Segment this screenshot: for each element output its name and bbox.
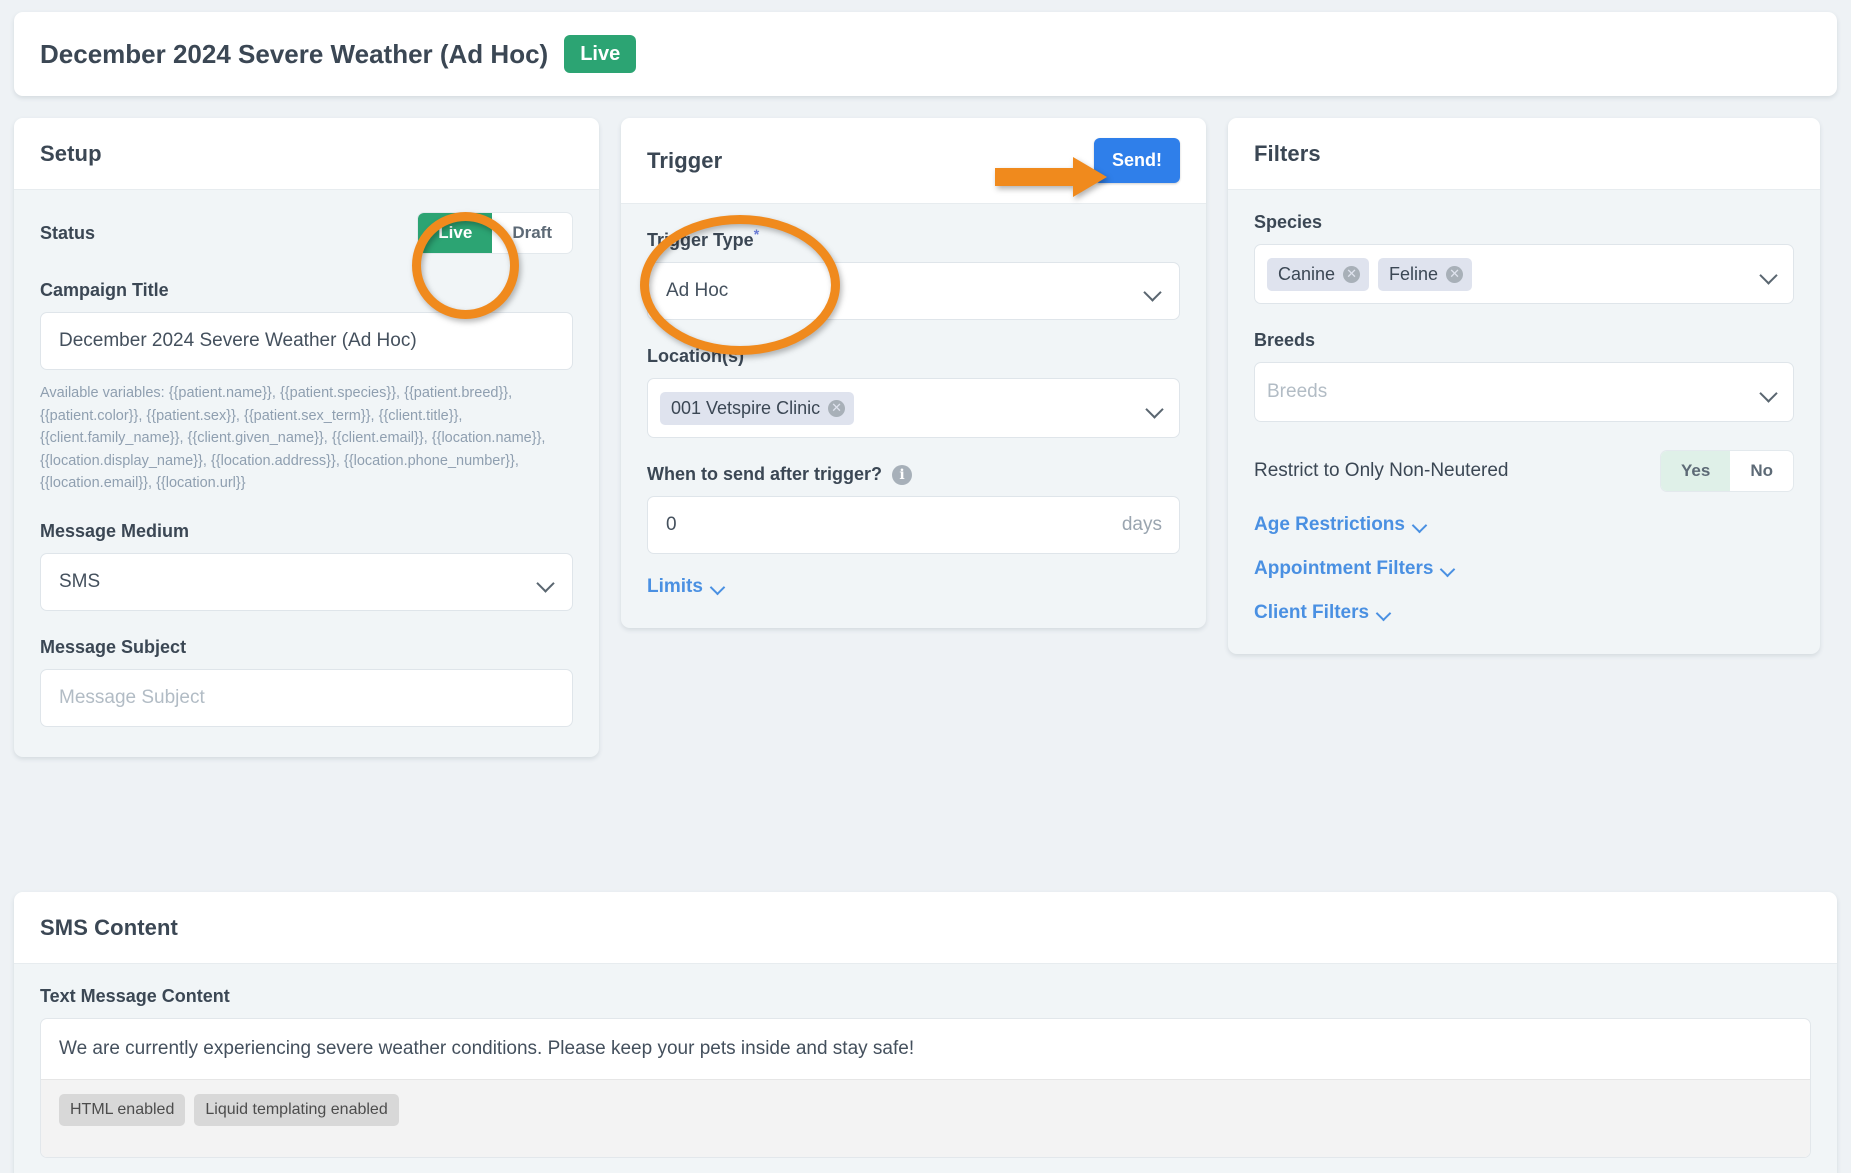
message-medium-label: Message Medium [40,521,573,542]
location-chip[interactable]: 001 Vetspire Clinic ✕ [660,392,854,425]
chevron-down-icon [538,577,554,587]
filters-panel-title: Filters [1254,141,1321,167]
filters-panel-header: Filters [1228,118,1820,190]
species-chip-label: Canine [1278,264,1335,285]
client-filters-link[interactable]: Client Filters [1254,602,1794,624]
breeds-select[interactable]: Breeds [1254,362,1794,422]
appointment-filters-label: Appointment Filters [1254,558,1433,580]
status-toggle[interactable]: Live Draft [417,212,573,254]
message-subject-label: Message Subject [40,637,573,658]
text-message-content-label: Text Message Content [40,986,1811,1007]
available-variables-text: Available variables: {{patient.name}}, {… [40,382,560,494]
remove-chip-icon[interactable]: ✕ [828,400,845,417]
locations-label: Location(s) [647,346,1180,367]
sms-content-header: SMS Content [14,892,1837,964]
delay-input-wrap: 0 days [647,496,1180,554]
breeds-label: Breeds [1254,330,1794,351]
liquid-templating-tag: Liquid templating enabled [194,1094,398,1126]
sms-content-panel: SMS Content Text Message Content We are … [14,892,1837,1173]
chevron-down-icon [1413,521,1426,530]
text-message-content-footer: HTML enabled Liquid templating enabled [41,1079,1810,1157]
chevron-down-icon [1441,565,1454,574]
chevron-down-icon [1377,609,1390,618]
campaign-titlebar: December 2024 Severe Weather (Ad Hoc) Li… [14,12,1837,96]
locations-chip-list: 001 Vetspire Clinic ✕ [660,392,1138,425]
location-chip-label: 001 Vetspire Clinic [671,398,820,419]
chevron-down-icon [711,583,724,592]
trigger-panel-title: Trigger [647,148,722,174]
trigger-panel-body: Trigger Type* Ad Hoc Location(s) 001 Vet… [621,204,1206,628]
message-medium-select[interactable]: SMS [40,553,573,611]
status-row: Status Live Draft [40,212,573,254]
html-enabled-tag: HTML enabled [59,1094,185,1126]
trigger-panel-header: Trigger Send! [621,118,1206,204]
delay-label-text: When to send after trigger? [647,464,882,485]
chevron-down-icon [1761,387,1777,397]
species-select[interactable]: Canine ✕ Feline ✕ [1254,244,1794,304]
trigger-type-label-text: Trigger Type [647,230,754,250]
setup-panel-body: Status Live Draft Campaign Title Decembe… [14,190,599,757]
chevron-down-icon [1761,269,1777,279]
setup-panel-header: Setup [14,118,599,190]
delay-label: When to send after trigger? i [647,464,1180,485]
locations-select[interactable]: 001 Vetspire Clinic ✕ [647,378,1180,438]
trigger-panel: Trigger Send! Trigger Type* Ad Hoc Locat… [621,118,1206,628]
sms-content-body: Text Message Content We are currently ex… [14,964,1837,1173]
sms-content-title: SMS Content [40,915,178,941]
non-neutered-option-no[interactable]: No [1730,451,1793,491]
delay-input[interactable]: 0 [647,496,1180,554]
species-chip[interactable]: Canine ✕ [1267,258,1369,291]
text-message-content-wrap: We are currently experiencing severe wea… [40,1018,1811,1158]
message-subject-input[interactable]: Message Subject [40,669,573,727]
trigger-type-label: Trigger Type* [647,226,1180,251]
species-label: Species [1254,212,1794,233]
limits-toggle-link[interactable]: Limits [647,576,1180,598]
message-medium-value: SMS [59,571,100,593]
send-button[interactable]: Send! [1094,138,1180,183]
non-neutered-label: Restrict to Only Non-Neutered [1254,460,1509,482]
client-filters-label: Client Filters [1254,602,1369,624]
text-message-content-input[interactable]: We are currently experiencing severe wea… [41,1019,1810,1079]
status-option-live[interactable]: Live [418,213,492,253]
species-chip[interactable]: Feline ✕ [1378,258,1472,291]
status-option-draft[interactable]: Draft [492,213,572,253]
age-restrictions-label: Age Restrictions [1254,514,1405,536]
app-page: December 2024 Severe Weather (Ad Hoc) Li… [0,0,1851,1173]
age-restrictions-link[interactable]: Age Restrictions [1254,514,1794,536]
required-asterisk: * [754,226,759,242]
remove-chip-icon[interactable]: ✕ [1343,266,1360,283]
non-neutered-row: Restrict to Only Non-Neutered Yes No [1254,450,1794,492]
status-badge: Live [564,35,636,73]
campaign-title-label: Campaign Title [40,280,573,301]
species-chip-list: Canine ✕ Feline ✕ [1267,258,1752,291]
info-icon[interactable]: i [892,465,912,485]
setup-panel-title: Setup [40,141,102,167]
chevron-down-icon [1147,403,1163,413]
remove-chip-icon[interactable]: ✕ [1446,266,1463,283]
trigger-type-select[interactable]: Ad Hoc [647,262,1180,320]
filters-panel: Filters Species Canine ✕ Feline ✕ [1228,118,1820,654]
panels-row: Setup Status Live Draft Campaign Title D… [14,118,1837,757]
page-title: December 2024 Severe Weather (Ad Hoc) [40,39,548,70]
status-label: Status [40,223,95,244]
appointment-filters-link[interactable]: Appointment Filters [1254,558,1794,580]
setup-panel: Setup Status Live Draft Campaign Title D… [14,118,599,757]
campaign-title-input[interactable]: December 2024 Severe Weather (Ad Hoc) [40,312,573,370]
non-neutered-option-yes[interactable]: Yes [1661,451,1730,491]
non-neutered-toggle[interactable]: Yes No [1660,450,1794,492]
breeds-placeholder: Breeds [1267,381,1752,403]
species-chip-label: Feline [1389,264,1438,285]
filters-panel-body: Species Canine ✕ Feline ✕ Breeds [1228,190,1820,654]
trigger-type-value: Ad Hoc [666,280,728,302]
delay-unit: days [1122,514,1162,536]
chevron-down-icon [1145,286,1161,296]
limits-link-label: Limits [647,576,703,598]
